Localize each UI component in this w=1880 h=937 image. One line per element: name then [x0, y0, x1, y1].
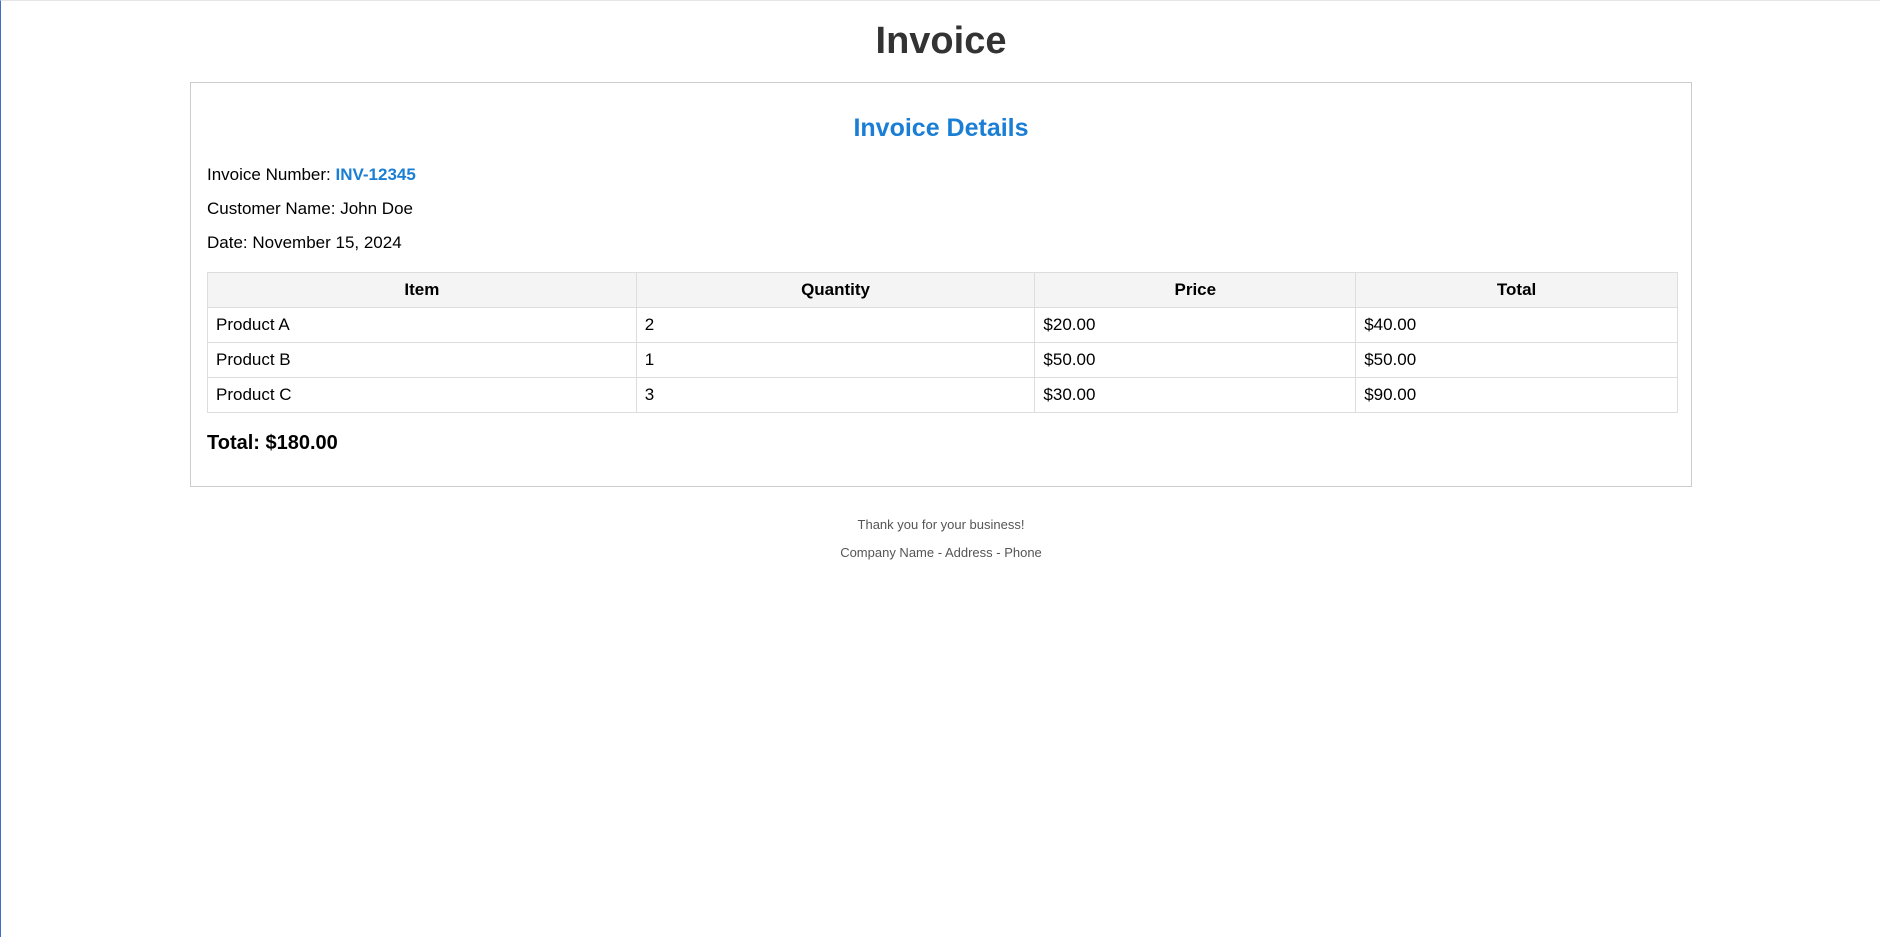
- page-title: Invoice: [875, 20, 1007, 62]
- table-row: Product A 2 $20.00 $40.00: [207, 307, 1678, 343]
- date-value: November 15, 2024: [252, 233, 402, 252]
- cell-price: $30.00: [1034, 377, 1357, 413]
- cell-quantity: 1: [635, 342, 1036, 378]
- column-header-item: Item: [207, 272, 637, 308]
- cell-quantity: 3: [635, 377, 1036, 413]
- invoice-number-line: Invoice Number: INV-12345: [207, 165, 416, 185]
- cell-item: Product A: [207, 307, 637, 343]
- cell-item: Product C: [207, 377, 637, 413]
- cell-price: $50.00: [1034, 342, 1357, 378]
- cell-price: $20.00: [1034, 307, 1357, 343]
- table-row: Product C 3 $30.00 $90.00: [207, 377, 1678, 413]
- column-header-quantity: Quantity: [635, 272, 1036, 308]
- cell-total: $90.00: [1355, 377, 1678, 413]
- table-header-row: Item Quantity Price Total: [207, 272, 1678, 308]
- cell-total: $50.00: [1355, 342, 1678, 378]
- column-header-price: Price: [1034, 272, 1357, 308]
- customer-name-value: John Doe: [340, 199, 413, 218]
- footer-thanks: Thank you for your business!: [857, 517, 1025, 532]
- date-line: Date: November 15, 2024: [207, 233, 402, 253]
- invoice-number-value: INV-12345: [335, 165, 416, 184]
- invoice-card: Invoice Details Invoice Number: INV-1234…: [190, 82, 1692, 487]
- invoice-number-label: Invoice Number:: [207, 165, 336, 184]
- cell-quantity: 2: [635, 307, 1036, 343]
- grand-total: Total: $180.00: [207, 432, 338, 454]
- column-header-total: Total: [1355, 272, 1678, 308]
- footer-company: Company Name - Address - Phone: [840, 545, 1042, 560]
- customer-name-label: Customer Name:: [207, 199, 341, 218]
- customer-name-line: Customer Name: John Doe: [207, 199, 413, 219]
- cell-item: Product B: [207, 342, 637, 378]
- table-row: Product B 1 $50.00 $50.00: [207, 342, 1678, 378]
- items-table: Item Quantity Price Total Product A 2 $2…: [207, 272, 1678, 413]
- invoice-details-title: Invoice Details: [853, 114, 1029, 142]
- date-label: Date:: [207, 233, 253, 252]
- cell-total: $40.00: [1355, 307, 1678, 343]
